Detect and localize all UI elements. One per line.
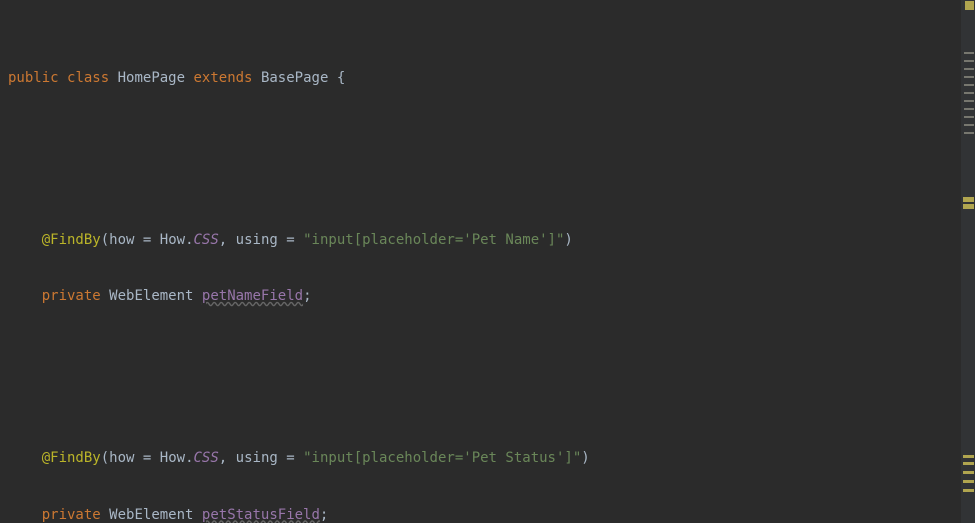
warning-mark[interactable] <box>963 197 974 202</box>
keyword-class: class <box>67 70 109 86</box>
warning-mark[interactable] <box>963 455 974 458</box>
error-stripe[interactable] <box>961 0 975 523</box>
change-mark[interactable] <box>964 84 974 86</box>
code-line: public class HomePage extends BasePage { <box>0 66 955 91</box>
keyword-public: public <box>8 70 59 86</box>
code-line: private WebElement petStatusField; <box>0 503 955 523</box>
warning-mark[interactable] <box>963 480 974 483</box>
change-mark[interactable] <box>964 60 974 62</box>
change-mark[interactable] <box>964 124 974 126</box>
change-mark[interactable] <box>964 68 974 70</box>
field-petNameField: petNameField <box>202 288 303 304</box>
code-line: @FindBy(how = How.CSS, using = "input[pl… <box>0 446 955 471</box>
code-area[interactable]: public class HomePage extends BasePage {… <box>0 0 955 523</box>
code-line-blank <box>0 139 955 164</box>
change-mark[interactable] <box>964 100 974 102</box>
code-line-blank <box>0 357 955 382</box>
change-mark[interactable] <box>964 116 974 118</box>
class-name: HomePage <box>118 70 185 86</box>
warning-mark[interactable] <box>963 471 974 474</box>
code-line: private WebElement petNameField; <box>0 284 955 309</box>
change-mark[interactable] <box>964 132 974 134</box>
field-petStatusField: petStatusField <box>202 507 320 523</box>
brace-open: { <box>337 70 345 86</box>
code-line: @FindBy(how = How.CSS, using = "input[pl… <box>0 228 955 253</box>
analysis-indicator-icon[interactable] <box>965 1 974 10</box>
warning-mark[interactable] <box>963 462 974 465</box>
string-literal: "input[placeholder='Pet Name']" <box>303 232 564 248</box>
change-mark[interactable] <box>964 92 974 94</box>
base-class: BasePage <box>261 70 328 86</box>
change-mark[interactable] <box>964 108 974 110</box>
change-mark[interactable] <box>964 52 974 54</box>
keyword-extends: extends <box>193 70 252 86</box>
warning-mark[interactable] <box>963 489 974 492</box>
annotation: @FindBy <box>42 232 101 248</box>
change-mark[interactable] <box>964 76 974 78</box>
warning-mark[interactable] <box>963 204 974 209</box>
code-editor[interactable]: public class HomePage extends BasePage {… <box>0 0 975 523</box>
enum-css: CSS <box>194 232 219 248</box>
